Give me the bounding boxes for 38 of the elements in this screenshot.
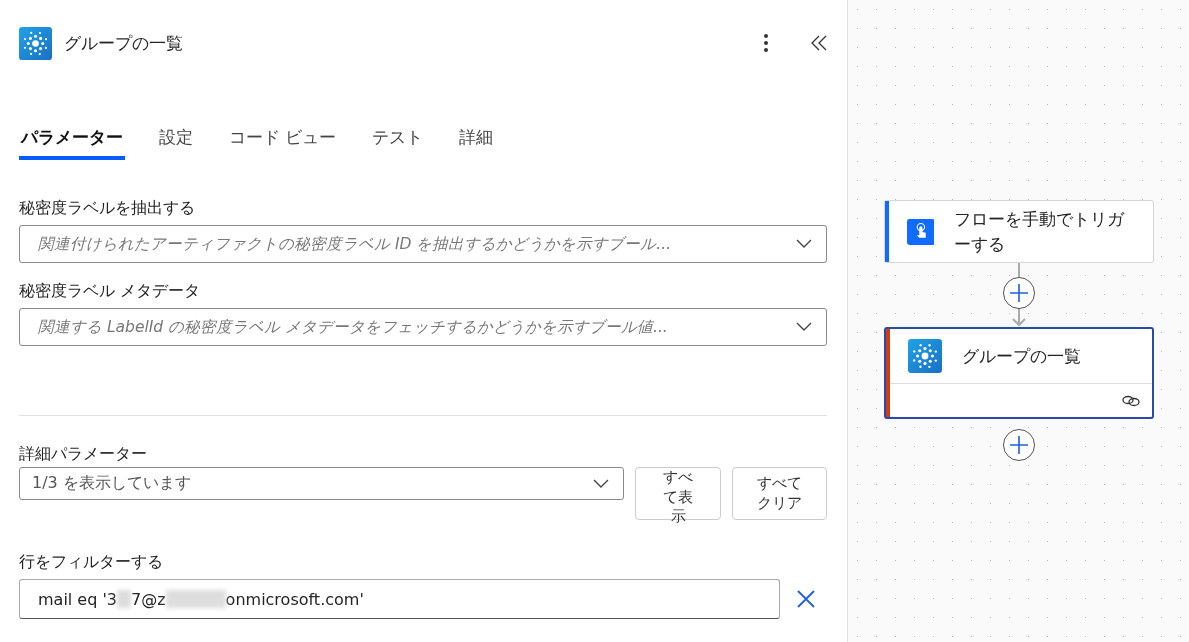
step-title: グループの一覧 — [961, 344, 1081, 368]
chevron-down-icon — [593, 478, 609, 489]
tab[interactable]: パラメーター — [19, 118, 125, 160]
plus-icon — [1008, 283, 1029, 304]
tab[interactable]: 詳細 — [457, 118, 496, 160]
arrow-down-icon — [1011, 309, 1026, 328]
dropdown-field[interactable]: 1/3 を表示しています — [19, 467, 624, 500]
field-label: 詳細パラメーター — [19, 444, 148, 465]
app-logo-icon — [907, 339, 942, 374]
collapse-icon[interactable] — [811, 35, 827, 51]
filter-text: mail eq '3 — [38, 589, 118, 609]
field-label: 行をフィルターする — [19, 552, 164, 573]
add-step-button[interactable] — [1002, 277, 1035, 310]
tab[interactable]: テスト — [370, 118, 426, 160]
add-step-button[interactable] — [1002, 429, 1035, 462]
step-title: フローを手動でトリガーする — [954, 208, 1126, 256]
flow-step-card[interactable]: グループの一覧 — [883, 327, 1154, 420]
action-button[interactable]: すべてクリア — [732, 467, 827, 520]
redaction-block — [165, 590, 226, 608]
dropdown-field[interactable]: 関連する LabelId の秘密度ラベル メタデータをフェッチするかどうかを示すブール値... — [19, 308, 827, 346]
close-icon[interactable] — [796, 589, 816, 609]
redaction-block — [117, 590, 132, 608]
filter-text: 7@z — [131, 589, 166, 609]
dropdown-field[interactable]: 関連付けられたアーティファクトの秘密度ラベル ID を抽出するかどうかを示すブール... — [19, 225, 827, 263]
link-icon — [1121, 394, 1140, 407]
field-label: 秘密度ラベルを抽出する — [19, 198, 196, 219]
panel-title: グループの一覧 — [64, 31, 184, 55]
plus-icon — [1008, 435, 1029, 456]
chevron-down-icon — [796, 322, 812, 332]
field-label: 秘密度ラベル メタデータ — [19, 281, 202, 302]
filter-input-field[interactable]: mail eq '3 7@z onmicrosoft.com' — [19, 579, 780, 619]
chevron-down-icon — [796, 239, 812, 249]
tab[interactable]: 設定 — [157, 118, 195, 160]
filter-text: onmicrosoft.com' — [225, 589, 364, 609]
app-logo-icon — [19, 26, 52, 60]
flow-step-card[interactable]: フローを手動でトリガーする — [883, 200, 1154, 264]
more-options-icon[interactable] — [763, 33, 769, 53]
tab[interactable]: コード ビュー — [227, 118, 339, 160]
